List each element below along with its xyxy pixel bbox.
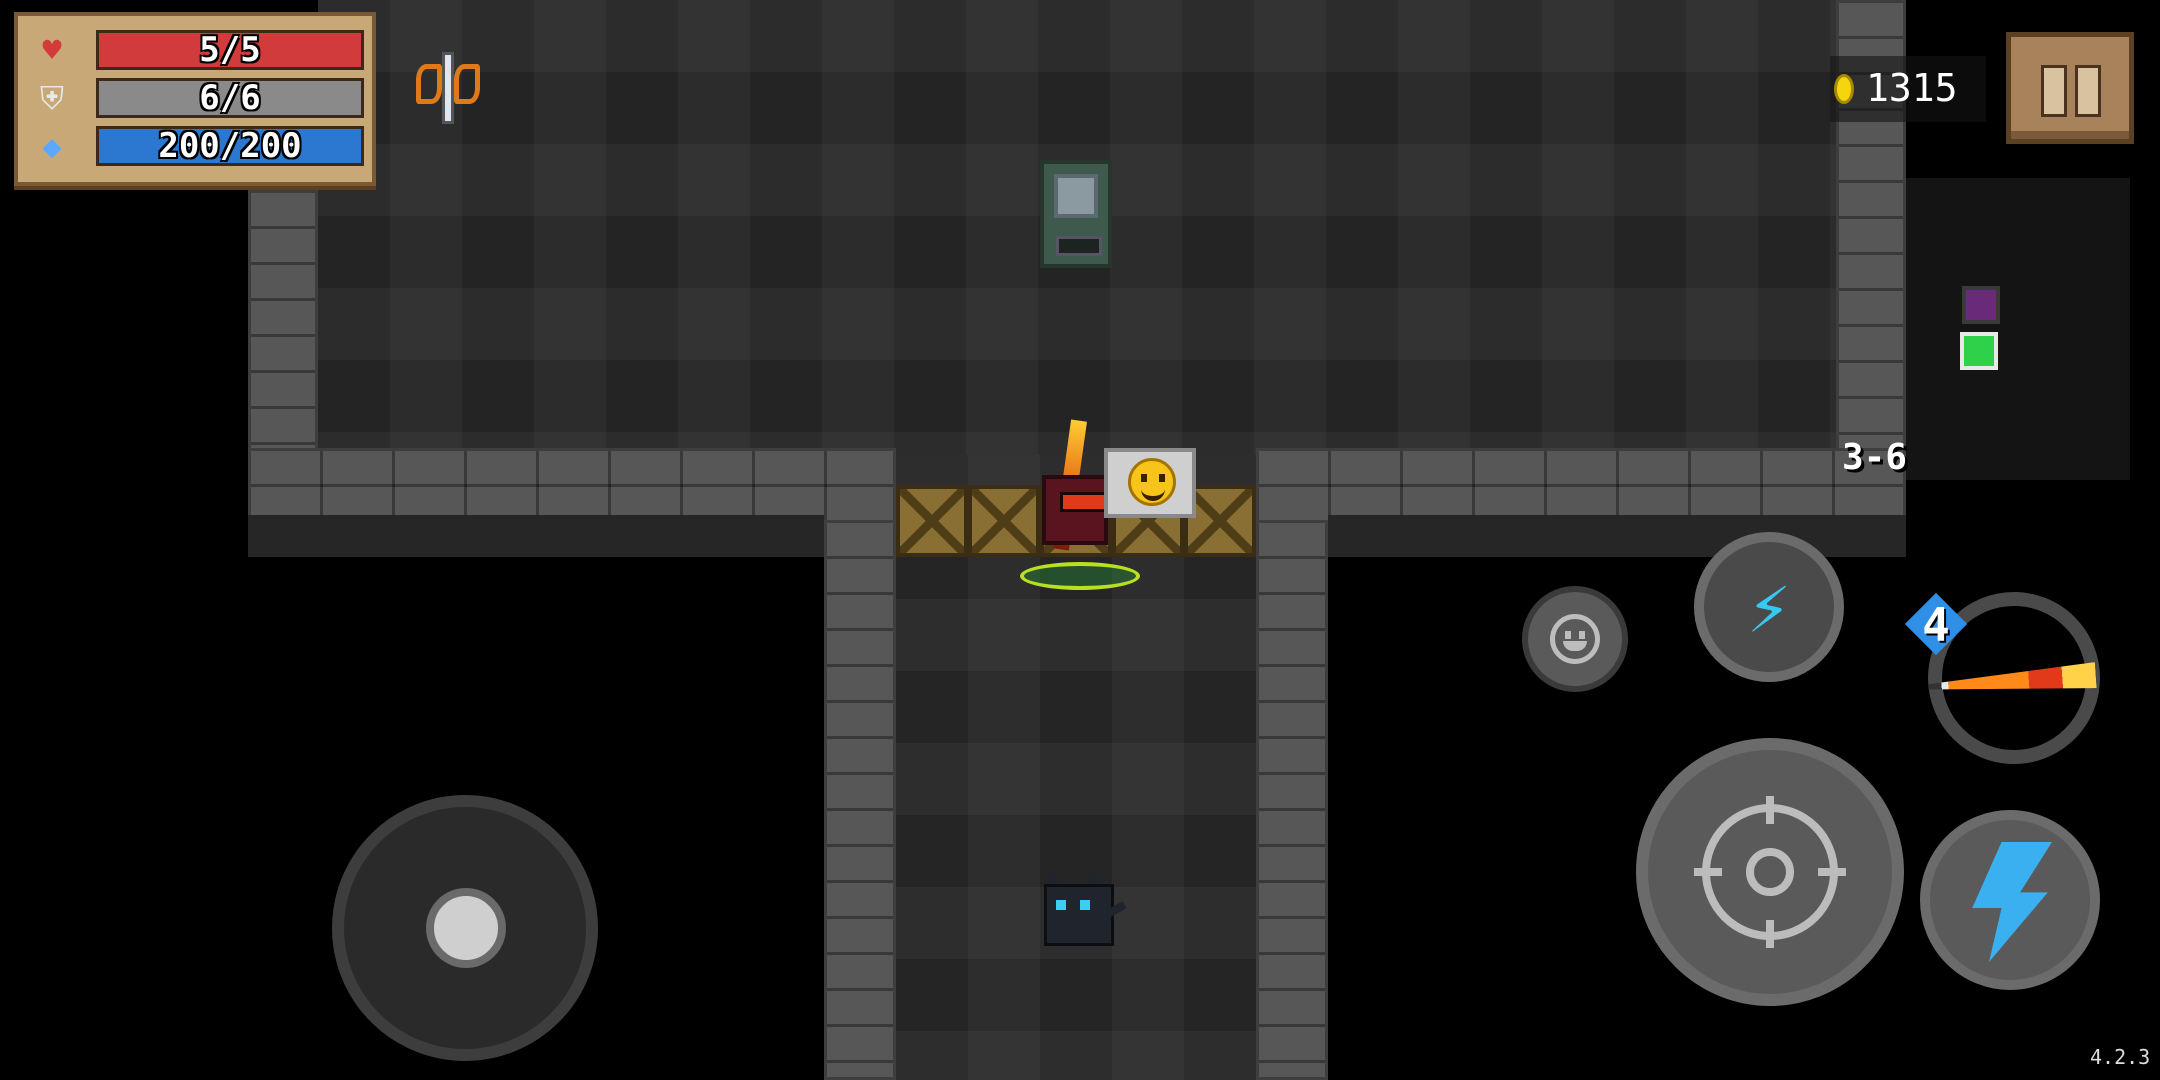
- joystick-knob[interactable]: [426, 888, 506, 968]
- winged-sword-buff-icon: [408, 48, 488, 128]
- pause-button[interactable]: [2006, 32, 2134, 144]
- gold-coin-icon: [1834, 74, 1854, 104]
- weapon-energy-cost-badge: 4: [1904, 592, 1968, 656]
- player-selection-ring: [1020, 562, 1140, 590]
- vending-machine-screen: [1054, 174, 1098, 218]
- armor-bar: 6/6: [96, 78, 364, 118]
- coin-counter: 1315: [1830, 56, 1986, 122]
- health-value: 5/5: [199, 30, 261, 70]
- player-stats-panel: ♥ 5/5 ⛨ 6/6 ◆ 200/200: [14, 12, 376, 186]
- weapon-energy-cost: 4: [1922, 598, 1950, 652]
- smiley-face-icon: [1550, 614, 1600, 664]
- emote-button[interactable]: [1522, 586, 1628, 692]
- crosshair-tick-bottom: [1766, 920, 1774, 948]
- buff-wing-right: [454, 64, 480, 104]
- current-room-icon: [1960, 332, 1998, 370]
- energy-row: ◆ 200/200: [28, 124, 368, 168]
- armor-value: 6/6: [199, 78, 261, 118]
- health-row: ♥ 5/5: [28, 28, 368, 72]
- cat-eye: [1056, 900, 1066, 910]
- player-emote-bubble: [1104, 448, 1196, 518]
- energy-gem-icon: ◆: [42, 127, 62, 165]
- grinning-face-emote-icon: [1128, 458, 1176, 506]
- corridor-wall-right: [1256, 520, 1328, 1080]
- shield-icon: ⛨: [39, 79, 64, 117]
- health-bar: 5/5: [96, 30, 364, 70]
- energy-value: 200/200: [158, 126, 302, 166]
- buff-sword: [442, 52, 454, 124]
- shop-room-icon: [1962, 286, 2000, 324]
- crate: [896, 485, 968, 557]
- crosshair-center: [1746, 848, 1794, 896]
- dungeon-wall-left: [248, 190, 318, 458]
- energy-bar: 200/200: [96, 126, 364, 166]
- crosshair-tick-left: [1694, 868, 1722, 876]
- minimap[interactable]: [1906, 178, 2130, 480]
- cat-body: [1044, 884, 1114, 946]
- crosshair-tick-right: [1818, 868, 1846, 876]
- buff-wing-left: [416, 64, 442, 104]
- player-visor: [1060, 492, 1110, 512]
- skill-button[interactable]: ⚡: [1694, 532, 1844, 682]
- version-label: 4.2.3: [2090, 1045, 2151, 1069]
- coin-count: 1315: [1866, 66, 1958, 110]
- crosshair-tick-top: [1766, 796, 1774, 824]
- black-cat-pet: [1040, 866, 1127, 950]
- cat-eye: [1080, 900, 1090, 910]
- lightning-claw-skill-icon: ⚡: [1747, 565, 1791, 649]
- level-indicator: 3-6: [1842, 437, 1908, 478]
- heart-icon: ♥: [42, 31, 62, 69]
- vending-machine-slot: [1056, 236, 1102, 256]
- wall-shadow-left: [248, 515, 824, 557]
- pause-icon-bar-right: [2075, 65, 2101, 117]
- vending-machine[interactable]: [1040, 160, 1112, 268]
- lightning-bolt-icon: [1972, 842, 2052, 962]
- corridor-wall-left: [824, 520, 896, 1080]
- dash-skill-button[interactable]: [1920, 810, 2100, 990]
- armor-row: ⛨ 6/6: [28, 76, 368, 120]
- pause-icon-bar-left: [2041, 65, 2067, 117]
